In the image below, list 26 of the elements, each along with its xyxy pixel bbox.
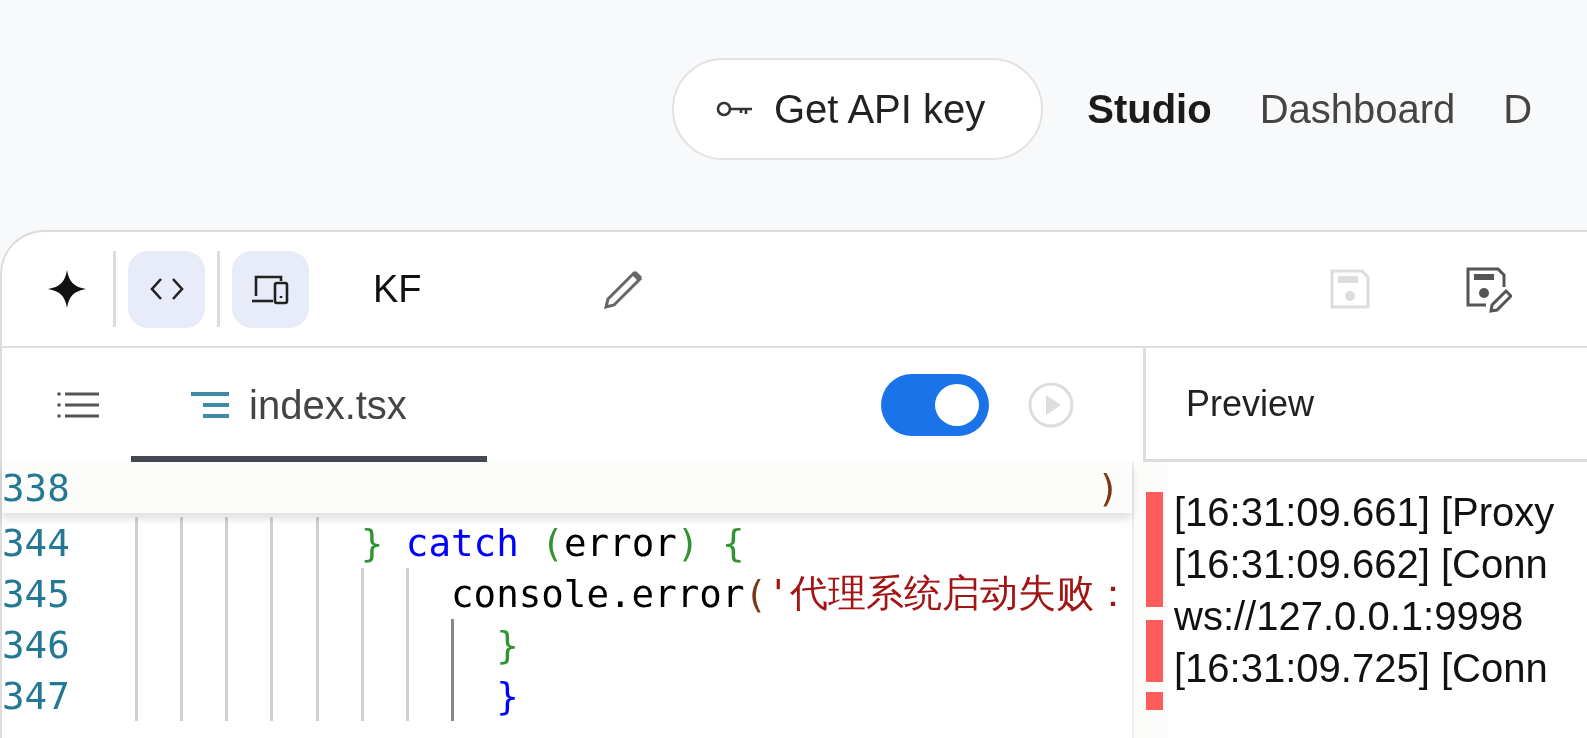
log-line: ws://127.0.0.1:9998 <box>1174 593 1525 640</box>
code-line: } <box>496 672 519 720</box>
project-name: KF <box>373 267 422 311</box>
line-number: 346 <box>2 621 71 669</box>
line-number: 345 <box>2 570 71 618</box>
preview-title: Preview <box>1146 348 1587 462</box>
nav-link[interactable]: Studio <box>1087 86 1212 132</box>
log-line: [16:31:09.661] [Proxy <box>1174 489 1556 536</box>
line-number: 338 <box>2 465 71 510</box>
code-line: } <box>496 621 519 669</box>
sparkle-icon[interactable] <box>47 269 87 309</box>
code-line: console.error('代理系统启动失败： <box>451 569 1132 618</box>
devices-button[interactable] <box>232 250 309 328</box>
code-line: ) <box>1096 465 1121 510</box>
get-api-key-button[interactable]: Get API key <box>672 58 1044 160</box>
code-view-button[interactable] <box>128 250 205 328</box>
code-line: } catch (error) { <box>360 519 745 567</box>
line-number: 347 <box>2 672 71 720</box>
log-line: [16:31:09.662] [Conn <box>1174 541 1549 588</box>
nav-link[interactable]: D <box>1503 86 1533 132</box>
log-line: [16:31:09.725] [Conn <box>1174 645 1549 692</box>
lines-icon <box>191 390 231 420</box>
nav-link[interactable]: Dashboard <box>1259 86 1456 132</box>
list-icon[interactable] <box>57 391 101 419</box>
save-edit-icon[interactable] <box>1464 265 1512 313</box>
line-number: 344 <box>2 519 71 567</box>
